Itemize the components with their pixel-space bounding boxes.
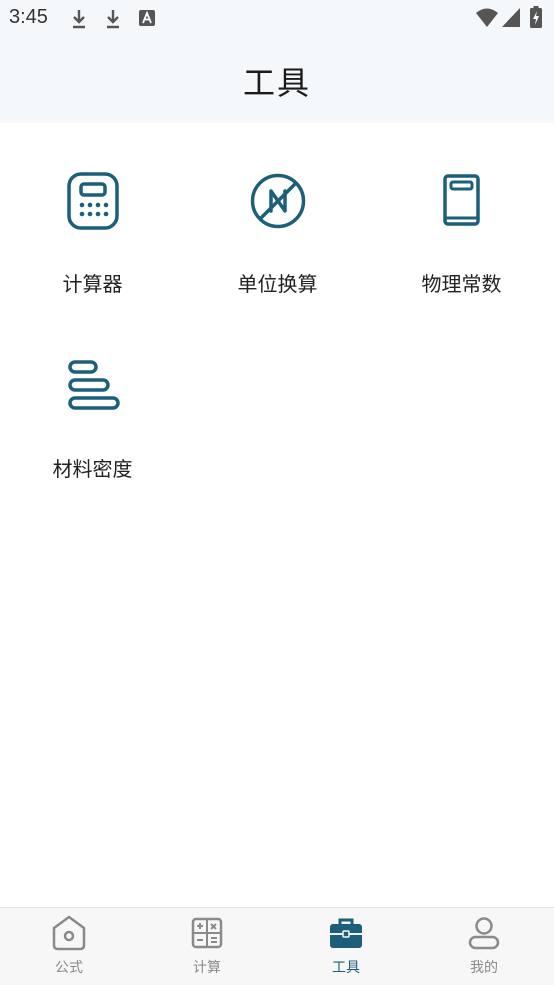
calculator-icon [66, 172, 119, 230]
bottom-tab-bar: 公式 计算 工具 我的 [0, 907, 554, 985]
tab-calculate[interactable]: 计算 [138, 908, 276, 985]
formula-icon [52, 915, 86, 951]
tab-label: 公式 [55, 960, 83, 976]
tab-mine[interactable]: 我的 [415, 908, 553, 985]
header: 工具 [0, 38, 554, 123]
battery-icon [530, 6, 542, 28]
tool-unit-conversion[interactable]: 单位换算 [185, 172, 370, 297]
tool-label: 物理常数 [421, 272, 502, 296]
tool-material-density[interactable]: 材料密度 [0, 357, 185, 482]
tab-tools[interactable]: 工具 [277, 908, 415, 985]
tool-label: 单位换算 [237, 272, 318, 296]
tab-label: 我的 [470, 960, 498, 976]
tab-label: 工具 [332, 960, 360, 976]
page-title: 工具 [242, 64, 311, 102]
status-bar: 3:45 [0, 0, 554, 38]
book-icon [442, 174, 480, 226]
profile-icon [468, 917, 500, 950]
wifi-icon [476, 8, 498, 27]
tool-label: 计算器 [62, 272, 123, 296]
toolbox-icon [330, 918, 362, 948]
unit-conversion-icon [250, 173, 305, 229]
signal-icon [502, 8, 520, 27]
download-icon [73, 10, 85, 29]
tool-label: 材料密度 [52, 457, 133, 481]
download-icon [107, 10, 119, 29]
layers-icon [67, 360, 120, 410]
calc-icon [191, 917, 223, 949]
tab-label: 计算 [193, 960, 221, 976]
tab-formula[interactable]: 公式 [0, 908, 138, 985]
tool-calculator[interactable]: 计算器 [0, 172, 185, 297]
keyboard-a-icon [139, 10, 155, 26]
tool-physical-constants[interactable]: 物理常数 [369, 172, 554, 297]
status-time: 3:45 [9, 6, 48, 28]
